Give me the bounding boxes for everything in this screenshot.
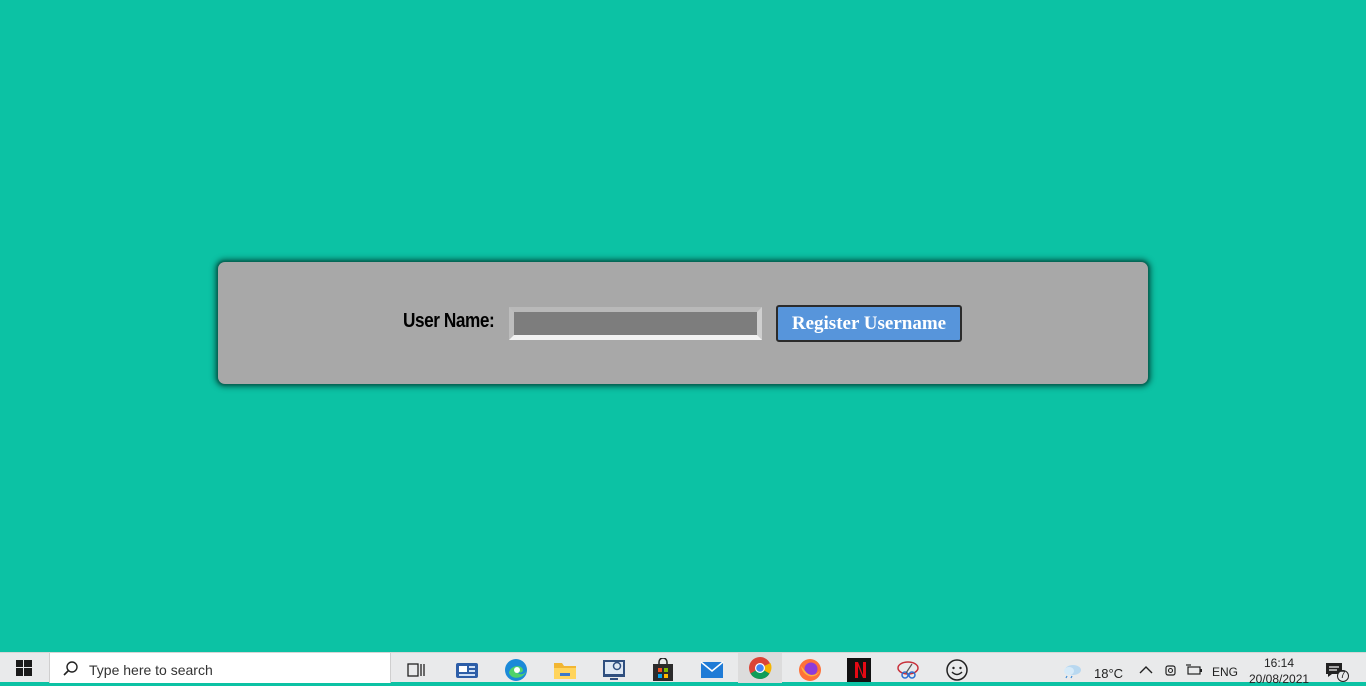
file-explorer-icon[interactable] [552,657,578,683]
chevron-up-icon[interactable] [1138,657,1154,683]
microsoft-store-icon[interactable] [650,657,676,683]
register-username-button[interactable]: Register Username [776,305,962,342]
windows-logo-icon [16,660,32,676]
clock-date[interactable]: 20/08/2021 [1249,672,1309,686]
register-form-panel: User Name: Register Username [218,262,1148,384]
start-button[interactable] [0,653,48,683]
remote-desktop-icon[interactable] [601,657,627,683]
news-app-icon[interactable] [454,657,480,683]
mail-icon[interactable] [699,657,725,683]
snipping-tool-icon[interactable] [895,657,921,683]
search-placeholder: Type here to search [89,662,213,678]
search-icon [63,661,78,676]
username-input[interactable] [509,307,762,340]
weather-temperature[interactable]: 18°C [1094,666,1123,681]
task-view-icon[interactable] [403,657,429,683]
weather-icon[interactable] [1060,657,1084,683]
battery-icon[interactable] [1184,657,1204,683]
firefox-icon[interactable] [797,657,823,683]
chrome-icon[interactable] [738,653,782,683]
meet-now-icon[interactable] [1162,657,1180,683]
notification-badge: 7 [1337,670,1349,682]
taskbar: Type here to search 18°C ENG 16:14 20/08… [0,652,1366,686]
feedback-icon[interactable] [944,657,970,683]
clock-time[interactable]: 16:14 [1264,656,1294,670]
language-indicator[interactable]: ENG [1212,665,1238,679]
taskbar-search-box[interactable]: Type here to search [49,653,391,683]
edge-icon[interactable] [503,657,529,683]
netflix-icon[interactable] [846,657,872,683]
username-label: User Name: [403,310,495,332]
